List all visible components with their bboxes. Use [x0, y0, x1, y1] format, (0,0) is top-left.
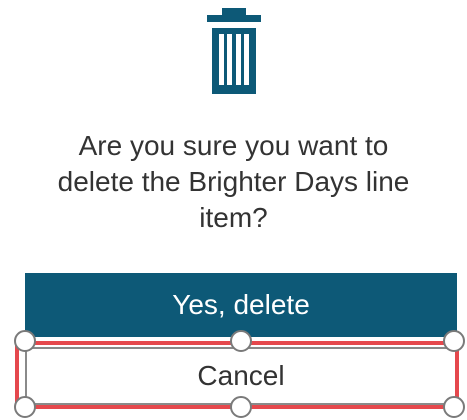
- confirmation-message: Are you sure you want to delete the Brig…: [57, 130, 410, 233]
- delete-confirmation-dialog: Are you sure you want to delete the Brig…: [0, 0, 467, 420]
- resize-handle-top-left[interactable]: [14, 330, 36, 352]
- trash-icon: [207, 8, 261, 94]
- resize-handle-bottom-center[interactable]: [230, 396, 252, 418]
- confirm-delete-button[interactable]: Yes, delete: [25, 273, 457, 337]
- resize-handle-top-right[interactable]: [443, 330, 465, 352]
- resize-handle-top-center[interactable]: [230, 330, 252, 352]
- resize-handle-bottom-left[interactable]: [14, 396, 36, 418]
- resize-handle-bottom-right[interactable]: [443, 396, 465, 418]
